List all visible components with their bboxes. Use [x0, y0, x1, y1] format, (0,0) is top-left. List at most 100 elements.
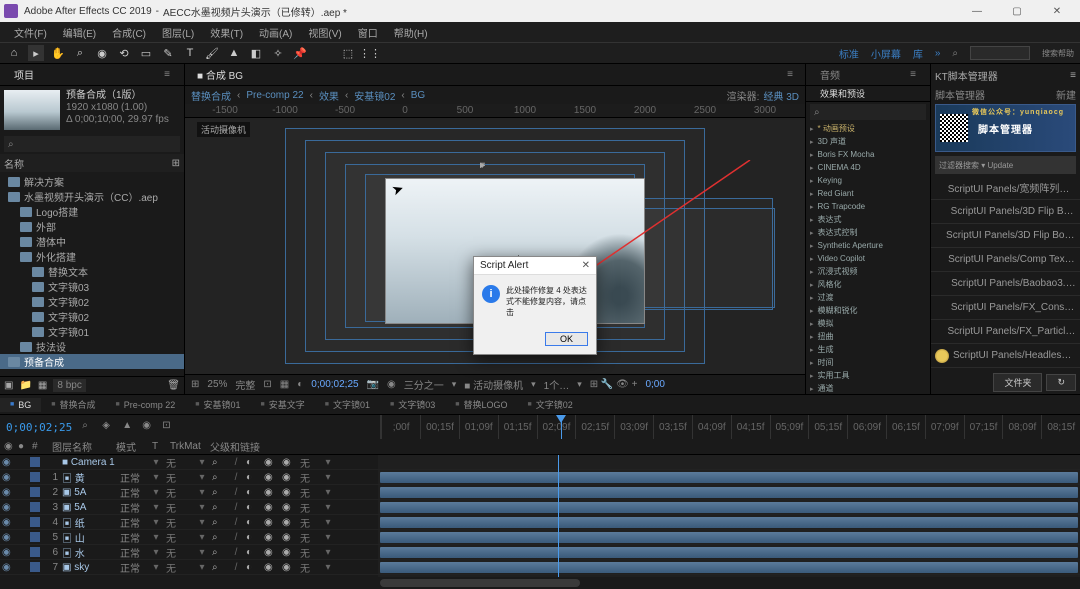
timeline-tab[interactable]: 文字镜03	[380, 396, 445, 413]
effect-category[interactable]: 生成	[806, 343, 930, 356]
camera-dropdown[interactable]: ■ 活动摄像机	[464, 377, 523, 392]
align-icon[interactable]: ⋮⋮	[362, 45, 378, 61]
new-folder-icon[interactable]: 📁	[19, 380, 31, 391]
layer-row[interactable]: ◉▸3▣ 5A正常▾无▾⌕/◐◉◉无▾	[0, 500, 378, 515]
panel-menu-icon[interactable]: ≡	[900, 67, 926, 82]
selection-tool-icon[interactable]: ▸	[28, 45, 44, 61]
layer-row[interactable]: ◉▸7▣ sky正常▾无▾⌕/◐◉◉无▾	[0, 560, 378, 575]
panel-menu-icon[interactable]: ≡	[1070, 70, 1076, 81]
script-item[interactable]: ScriptUI Panels/3D Flip Book.jsx	[931, 200, 1080, 224]
menu-item[interactable]: 动画(A)	[251, 23, 300, 42]
alert-ok-button[interactable]: OK	[545, 332, 588, 346]
workspace-more-icon[interactable]: »	[935, 48, 941, 59]
effect-category[interactable]: 实用工具	[806, 369, 930, 382]
project-tree-item[interactable]: ▾Logo搭建	[0, 204, 184, 219]
track-row[interactable]	[378, 485, 1080, 500]
effects-presets-tab[interactable]: 效果和预设	[810, 85, 875, 102]
layer-row[interactable]: ◉▸6▣ 水正常▾无▾⌕/◐◉◉无▾	[0, 545, 378, 560]
panel-menu-icon[interactable]: ≡	[154, 67, 180, 82]
brush-tool-icon[interactable]: 🖌	[204, 45, 220, 61]
effect-category[interactable]: Video Copilot	[806, 252, 930, 265]
track-row[interactable]	[378, 575, 1080, 577]
menu-item[interactable]: 窗口	[350, 23, 386, 42]
script-item[interactable]: ScriptUI Panels/宽频阵列脚本 v1.0.jsxbin	[931, 176, 1080, 200]
effect-category[interactable]: CINEMA 4D	[806, 161, 930, 174]
effect-category[interactable]: Red Giant	[806, 187, 930, 200]
zoom-tool-icon[interactable]: ⌕	[72, 45, 88, 61]
maximize-button[interactable]: ▢	[998, 2, 1036, 20]
project-tree-item[interactable]: 预备合成	[0, 354, 184, 369]
scripts-tab[interactable]: KT脚本管理器	[935, 68, 998, 83]
delete-icon[interactable]: 🗑	[167, 380, 180, 391]
icon-tree-icon[interactable]: ⊞	[172, 158, 180, 169]
timeline-tab[interactable]: 替换LOGO	[445, 396, 517, 413]
effect-category[interactable]: 模拟	[806, 317, 930, 330]
timeline-ruler[interactable]: ;00f00;15f01;09f01;15f02;09f02;15f03;09f…	[380, 415, 1080, 439]
project-tree-item[interactable]: 替换文本	[0, 264, 184, 279]
effect-category[interactable]: * 动画预设	[806, 122, 930, 135]
project-tree-item[interactable]: ▸技法设	[0, 339, 184, 354]
current-time-indicator[interactable]	[561, 415, 562, 439]
tl-tool-icon[interactable]: ◉	[142, 420, 156, 434]
timeline-tab[interactable]: BG	[0, 398, 41, 412]
script-item[interactable]: ScriptUI Panels/Comp Text Animator.jsx	[931, 248, 1080, 272]
current-time[interactable]: 0;00;02;25	[0, 421, 78, 434]
mask-icon[interactable]: ◐	[297, 379, 303, 390]
zoom-dropdown[interactable]: 25%	[207, 379, 227, 390]
workspace-tab[interactable]: 标准	[839, 46, 859, 61]
new-script-button[interactable]: 新建	[1056, 87, 1076, 102]
puppet-tool-icon[interactable]: 📌	[292, 45, 308, 61]
effect-category[interactable]: 沉浸式视频	[806, 265, 930, 278]
project-search-input[interactable]	[4, 136, 180, 152]
timeline-tab[interactable]: 安基文字	[251, 396, 315, 413]
roto-tool-icon[interactable]: ✧	[270, 45, 286, 61]
layer-row[interactable]: ◉▸1▣ 黄正常▾无▾⌕/◐◉◉无▾	[0, 470, 378, 485]
project-tree-item[interactable]: 文字镜01	[0, 324, 184, 339]
menu-item[interactable]: 合成(C)	[104, 23, 154, 42]
effect-category[interactable]: 3D 声道	[806, 135, 930, 148]
effect-category[interactable]: 表达式控制	[806, 226, 930, 239]
minimize-button[interactable]: —	[958, 2, 996, 20]
snapshot-icon[interactable]: 📷	[367, 379, 379, 390]
bit-depth-chip[interactable]: 8 bpc	[53, 379, 85, 392]
timeline-scrollbar[interactable]	[0, 577, 1080, 589]
menu-item[interactable]: 文件(F)	[6, 23, 55, 42]
menu-item[interactable]: 编辑(E)	[55, 23, 104, 42]
res-dropdown[interactable]: 完整	[235, 377, 255, 392]
fast-preview-icon[interactable]: ⊡	[263, 379, 271, 390]
orbit-tool-icon[interactable]: ◉	[94, 45, 110, 61]
effects-tab[interactable]: 音频	[810, 65, 850, 84]
track-row[interactable]	[378, 560, 1080, 575]
workspace-tab[interactable]: 库	[913, 46, 923, 61]
script-item[interactable]: ScriptUI Panels/FX_Console.jsx	[931, 296, 1080, 320]
track-row[interactable]	[378, 545, 1080, 560]
refresh-button[interactable]: ↻	[1046, 374, 1076, 391]
project-tree-item[interactable]: ▾水墨视频开头演示（CC）.aep	[0, 189, 184, 204]
hand-tool-icon[interactable]: ✋	[50, 45, 66, 61]
channel-icon[interactable]: ◉	[387, 379, 396, 390]
close-window-button[interactable]: ✕	[1038, 2, 1076, 20]
tl-tool-icon[interactable]: ◈	[102, 420, 116, 434]
layer-row[interactable]: ◉▸2▣ 5A正常▾无▾⌕/◐◉◉无▾	[0, 485, 378, 500]
track-row[interactable]	[378, 470, 1080, 485]
layer-row[interactable]: ◉▸■ Camera 1▾无▾⌕/◐◉◉无▾	[0, 455, 378, 470]
effects-search-input[interactable]	[810, 104, 926, 120]
track-row[interactable]	[378, 530, 1080, 545]
folder-button[interactable]: 文件夹	[993, 373, 1042, 392]
rotate-tool-icon[interactable]: ⟲	[116, 45, 132, 61]
effect-category[interactable]: 风格化	[806, 278, 930, 291]
script-item[interactable]: ScriptUI Panels/Headless/1.Trim In.jsx	[931, 344, 1080, 368]
project-tree-item[interactable]: ▸外部	[0, 219, 184, 234]
pen-tool-icon[interactable]: ✎	[160, 45, 176, 61]
views-dropdown[interactable]: 1个…	[544, 377, 570, 392]
effect-category[interactable]: RG Trapcode	[806, 200, 930, 213]
panel-menu-icon[interactable]: ≡	[779, 67, 801, 82]
current-time-indicator-line[interactable]	[558, 455, 559, 577]
project-tree-item[interactable]: ▸潜体中	[0, 234, 184, 249]
tl-tool-icon[interactable]: ▲	[122, 420, 136, 434]
track-row[interactable]	[378, 515, 1080, 530]
effect-category[interactable]: 过渡	[806, 291, 930, 304]
layer-row[interactable]: ◉▸5▣ 山正常▾无▾⌕/◐◉◉无▾	[0, 530, 378, 545]
script-item[interactable]: ScriptUI Panels/Baobao3.jsxbin	[931, 272, 1080, 296]
script-filter-input[interactable]: 过滤器搜索 ▾ Update	[935, 156, 1076, 174]
